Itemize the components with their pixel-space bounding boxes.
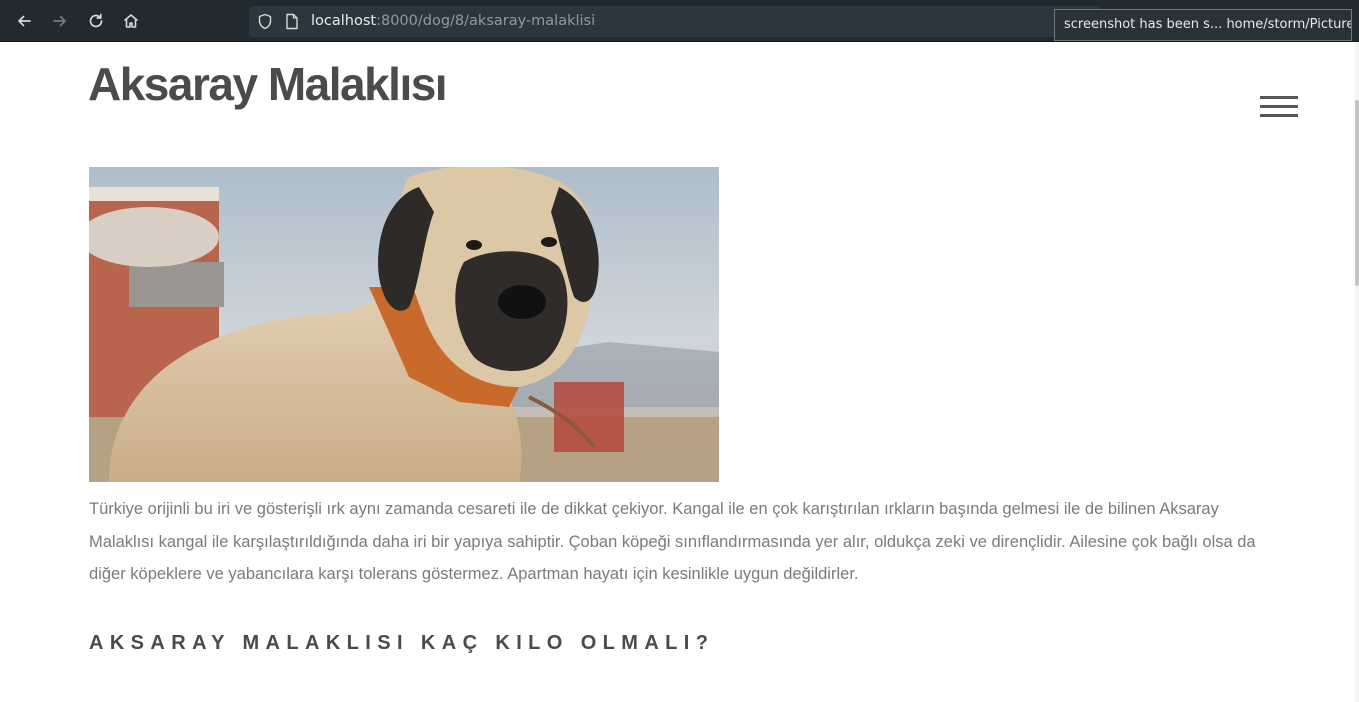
url-path: :8000/dog/8/aksaray-malaklisi (376, 13, 596, 29)
home-icon (123, 14, 139, 28)
url-host: localhost (311, 13, 377, 29)
browser-toolbar: localhost:8000/dog/8/aksaray-malaklisi s… (0, 0, 1359, 42)
back-button[interactable] (11, 8, 37, 34)
back-arrow-icon (18, 15, 31, 27)
menu-line (1260, 114, 1298, 117)
intro-paragraph: Türkiye orijinli bu iri ve gösterişli ır… (89, 500, 1256, 583)
address-bar[interactable]: localhost:8000/dog/8/aksaray-malaklisi (249, 6, 1101, 37)
shield-icon[interactable] (257, 13, 273, 30)
home-button[interactable] (118, 8, 144, 34)
page-scrollbar[interactable] (1355, 42, 1359, 702)
forward-button[interactable] (47, 8, 73, 34)
reload-icon (89, 13, 103, 28)
url-text[interactable]: localhost:8000/dog/8/aksaray-malaklisi (311, 12, 595, 30)
menu-line (1260, 105, 1298, 108)
menu-line (1260, 96, 1298, 99)
page-title: Aksaray Malaklısı (88, 58, 448, 110)
screenshot-notification: screenshot has been s... home/storm/Pict… (1054, 9, 1352, 41)
reload-button[interactable] (83, 8, 109, 34)
forward-arrow-icon (53, 15, 66, 27)
page-icon[interactable] (285, 13, 299, 30)
section-heading: AKSARAY MALAKLISI KAÇ KILO OLMALI? (89, 632, 715, 654)
hamburger-menu-icon[interactable] (1260, 96, 1298, 120)
scrollbar-thumb[interactable] (1355, 100, 1359, 286)
dog-photo (89, 167, 719, 482)
